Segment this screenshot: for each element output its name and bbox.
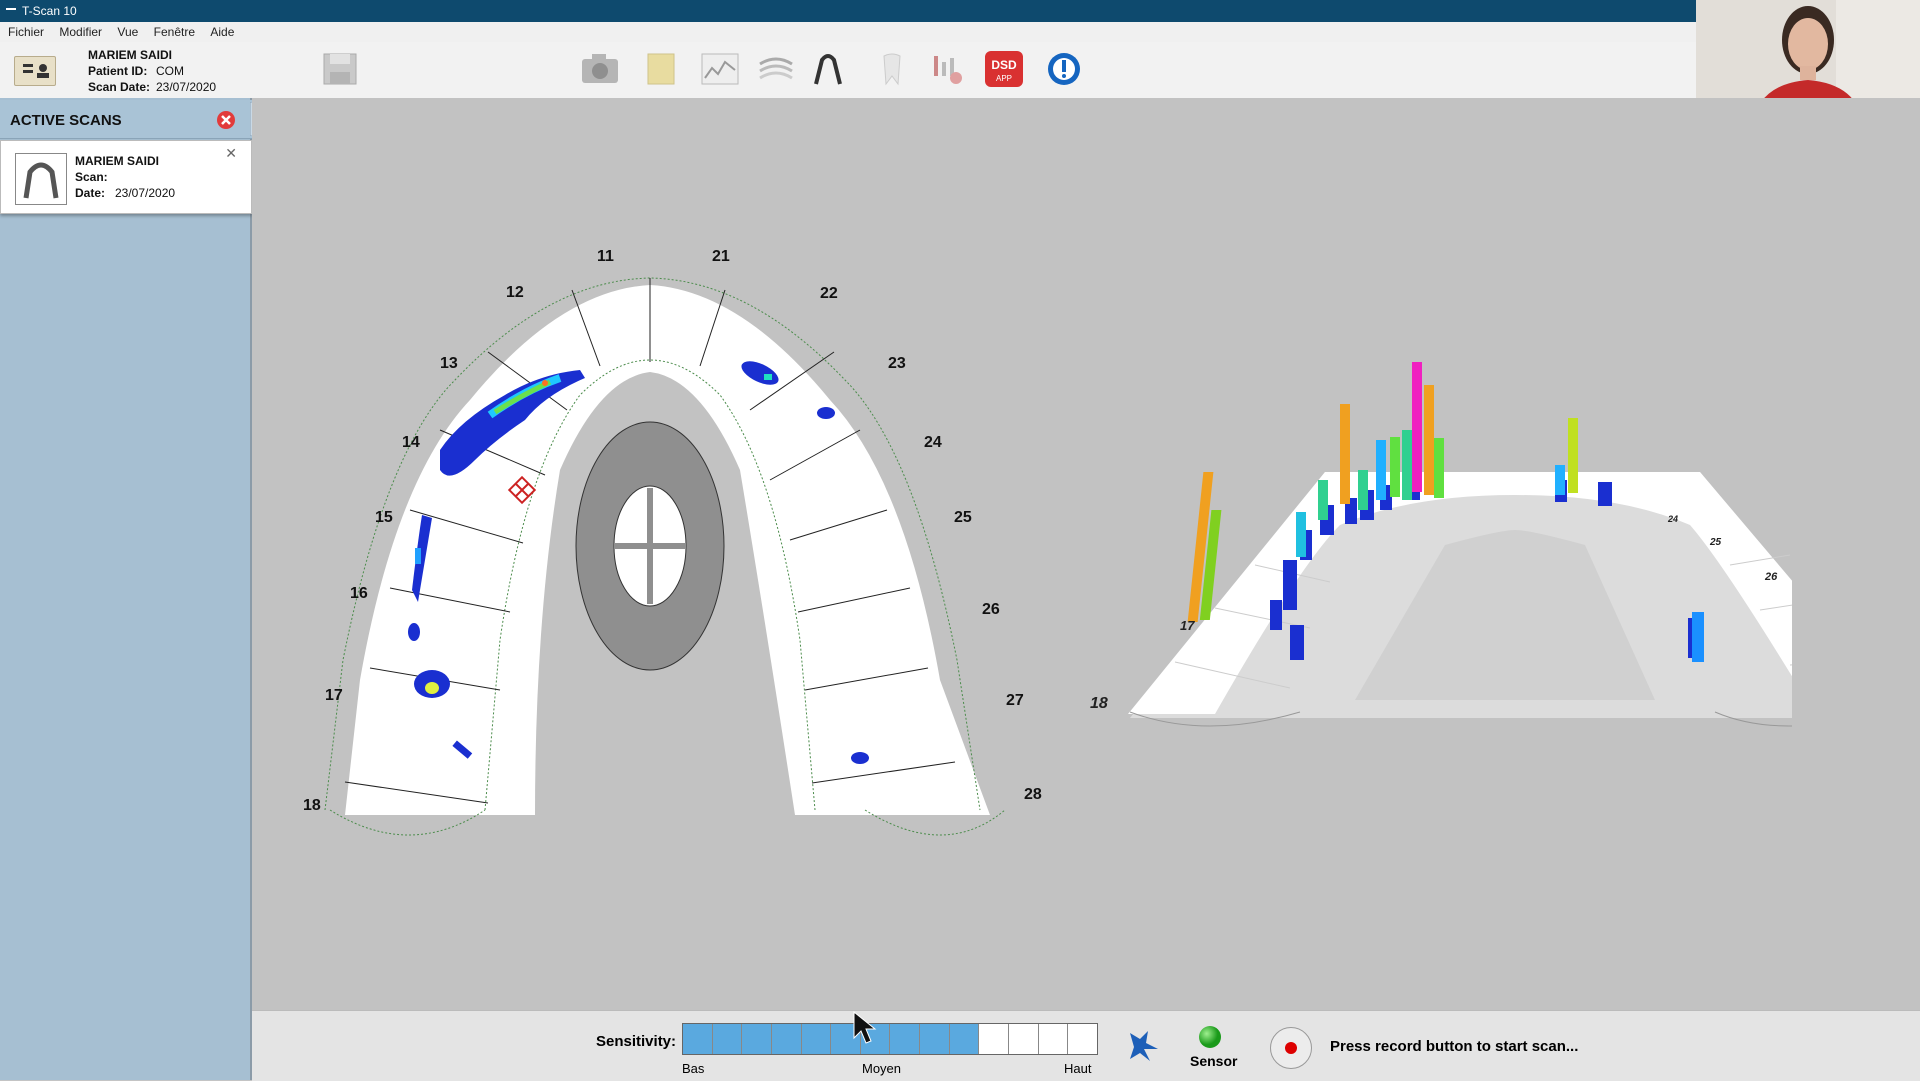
menu-fichier[interactable]: Fichier (8, 25, 44, 39)
notes-icon[interactable] (642, 50, 682, 88)
sensitivity-segment[interactable] (890, 1024, 921, 1054)
layers-icon[interactable] (756, 50, 796, 88)
scan-date-label: Date: (75, 186, 106, 200)
scan-label: Scan: (75, 170, 108, 184)
arch-3d-view[interactable]: 18 17 28 27 26 25 24 (1082, 358, 1792, 758)
sensitivity-segment[interactable] (683, 1024, 713, 1054)
sensitivity-segment[interactable] (1009, 1024, 1039, 1054)
sensitivity-segment[interactable] (1038, 1024, 1069, 1054)
tooth-label-15: 15 (375, 509, 393, 526)
menu-fenetre[interactable]: Fenêtre (154, 25, 195, 39)
sensitivity-low-label: Bas (682, 1061, 705, 1076)
tooth-label-13: 13 (440, 355, 458, 372)
tooth-label-17: 17 (325, 687, 343, 704)
tooth-label-3d-18: 18 (1090, 695, 1108, 712)
sensitivity-slider[interactable] (682, 1023, 1098, 1055)
tooth-label-16: 16 (350, 585, 368, 602)
window-title: T-Scan 10 (22, 4, 77, 18)
menu-vue[interactable]: Vue (117, 25, 138, 39)
toolbar: MARIEM SAIDI Patient ID: COM Scan Date: 23… (0, 42, 1696, 99)
sensitivity-segment[interactable] (1068, 1024, 1097, 1054)
tooth-label-28: 28 (1024, 786, 1042, 803)
menu-bar: Fichier Modifier Vue Fenêtre Aide (0, 22, 1696, 42)
patient-info: MARIEM SAIDI Patient ID: COM Scan Date: 23… (88, 47, 216, 95)
menu-modifier[interactable]: Modifier (59, 25, 102, 39)
sensitivity-mid-label: Moyen (862, 1061, 902, 1076)
scan-card-info: MARIEM SAIDI Scan: Date: 23/07/2020 (75, 153, 175, 201)
scan-card[interactable]: MARIEM SAIDI Scan: Date: 23/07/2020 ✕ (0, 140, 252, 214)
patient-name: MARIEM SAIDI (88, 48, 172, 62)
tooth-label-14: 14 (402, 434, 420, 451)
sensitivity-segment[interactable] (920, 1024, 950, 1054)
scan-date-value: 23/07/2020 (115, 186, 176, 200)
graph-icon[interactable] (700, 50, 740, 88)
record-button[interactable] (1270, 1027, 1312, 1069)
tooth-label-3d-26: 26 (1764, 571, 1778, 583)
menu-aide[interactable]: Aide (210, 25, 234, 39)
scan-date-value: 23/07/2020 (156, 80, 217, 94)
tooth-label-11: 11 (597, 248, 614, 265)
tooth-label-21: 21 (712, 248, 730, 265)
active-scans-header: ACTIVE SCANS (0, 100, 290, 139)
sensor-status-icon (1199, 1026, 1221, 1048)
close-scan-icon[interactable]: ✕ (225, 145, 237, 162)
sensitivity-segment[interactable] (801, 1024, 832, 1054)
magic-wand-icon[interactable] (1122, 1025, 1166, 1065)
bottom-bar: Sensitivity: Bas Moyen Haut Sensor Press… (252, 1010, 1920, 1081)
arch-icon[interactable] (808, 50, 848, 88)
dsd-text: DSD (991, 58, 1017, 72)
active-scans-title: ACTIVE SCANS (10, 112, 122, 129)
sensor-label: Sensor (1190, 1053, 1238, 1069)
scan-date-label: Scan Date: (88, 80, 151, 94)
tooth-label-3d-25: 25 (1709, 537, 1722, 548)
tooth-label-3d-17: 17 (1180, 618, 1195, 633)
save-icon[interactable] (320, 50, 360, 88)
scan-card-name: MARIEM SAIDI (75, 154, 159, 168)
close-all-icon[interactable] (216, 110, 236, 130)
sensitivity-segment[interactable] (979, 1024, 1010, 1054)
sensitivity-segment[interactable] (771, 1024, 802, 1054)
patient-icon[interactable] (14, 56, 56, 86)
title-bar: T-Scan 10 (0, 0, 1696, 22)
scan-view: 18 17 16 15 14 13 12 11 21 22 23 24 25 2… (252, 98, 1920, 1010)
tooth-label-27: 27 (1006, 692, 1024, 709)
tooth-label-25: 25 (954, 509, 972, 526)
tooth-label-23: 23 (888, 355, 906, 372)
sensitivity-segment[interactable] (712, 1024, 743, 1054)
sensitivity-segment[interactable] (742, 1024, 772, 1054)
tooth-label-24: 24 (924, 434, 942, 451)
patient-id-label: Patient ID: (88, 64, 148, 78)
tooth-icon[interactable] (872, 50, 912, 88)
arch-2d-view[interactable]: 18 17 16 15 14 13 12 11 21 22 23 24 25 2… (272, 228, 1072, 888)
status-text: Press record button to start scan... (1330, 1038, 1579, 1055)
balance-icon[interactable] (928, 50, 968, 88)
dsd-app-icon[interactable]: DSD APP (984, 50, 1024, 88)
tooth-label-22: 22 (820, 285, 838, 302)
sensitivity-high-label: Haut (1064, 1061, 1092, 1076)
patient-id-value: COM (156, 64, 184, 78)
mouse-cursor-icon (853, 1010, 877, 1044)
scan-thumbnail (15, 153, 67, 205)
dsd-sub: APP (996, 74, 1012, 83)
tooth-label-26: 26 (982, 601, 1000, 618)
tooth-label-18: 18 (303, 797, 321, 814)
tooth-label-3d-24: 24 (1667, 514, 1678, 524)
tooth-label-12: 12 (506, 284, 524, 301)
sensitivity-label: Sensitivity: (596, 1033, 677, 1050)
help-icon[interactable] (1044, 50, 1084, 88)
camera-icon[interactable] (580, 50, 620, 88)
sensitivity-segment[interactable] (949, 1024, 980, 1054)
app-icon (6, 7, 16, 16)
sidebar (0, 98, 252, 1080)
